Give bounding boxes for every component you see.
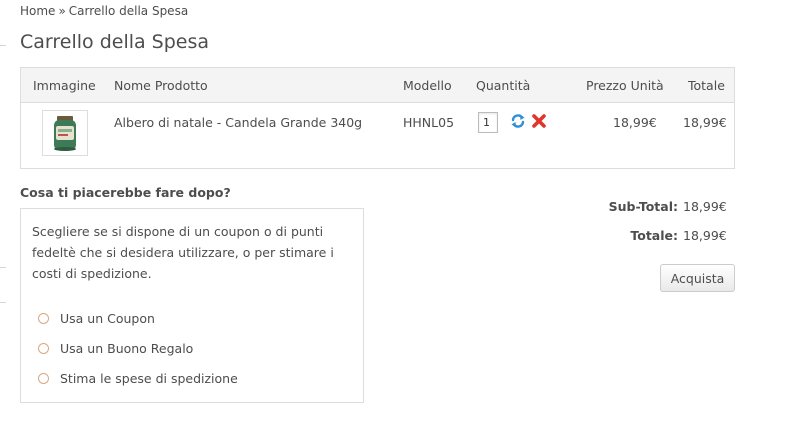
subtotal-label: Sub-Total:: [608, 199, 678, 214]
cart-table: Immagine Nome Prodotto Modello Quantità …: [20, 67, 735, 169]
column-header-quantity: Quantità: [476, 78, 531, 93]
option-use-coupon[interactable]: Usa un Coupon: [38, 309, 155, 327]
breadcrumb-current-link[interactable]: Carrello della Spesa: [69, 4, 188, 18]
total-label: Totale:: [630, 228, 678, 243]
breadcrumb: Home» Carrello della Spesa: [20, 4, 188, 18]
refresh-icon[interactable]: [510, 113, 526, 129]
option-label: Stima le spese di spedizione: [60, 370, 238, 386]
radio-button[interactable]: [38, 312, 49, 324]
edge-mark: [0, 267, 6, 268]
radio-button[interactable]: [38, 372, 49, 384]
next-steps-heading: Cosa ti piacerebbe fare dopo?: [20, 185, 231, 200]
unit-price: 18,99€: [613, 115, 657, 130]
option-use-gift-voucher[interactable]: Usa un Buono Regalo: [38, 339, 193, 357]
breadcrumb-home-link[interactable]: Home: [20, 4, 55, 18]
column-header-name: Nome Prodotto: [114, 78, 208, 93]
option-estimate-shipping[interactable]: Stima le spese di spedizione: [38, 369, 238, 387]
next-steps-panel: Scegliere se si dispone di un coupon o d…: [20, 208, 364, 403]
total-value: 18,99€: [683, 228, 727, 243]
edge-mark: [0, 45, 6, 46]
quantity-input[interactable]: [478, 112, 498, 133]
option-label: Usa un Buono Regalo: [60, 340, 194, 356]
column-header-model: Modello: [403, 78, 452, 93]
product-thumbnail[interactable]: [42, 110, 88, 156]
column-header-image: Immagine: [33, 78, 96, 93]
line-total: 18,99€: [683, 115, 727, 130]
product-name-link[interactable]: Albero di natale - Candela Grande 340g: [114, 115, 362, 130]
cart-table-header: Immagine Nome Prodotto Modello Quantità …: [21, 68, 734, 103]
page-title: Carrello della Spesa: [20, 31, 210, 53]
remove-icon[interactable]: [531, 113, 547, 129]
column-header-unit-price: Prezzo Unità: [586, 78, 664, 93]
product-model: HHNL05: [403, 115, 455, 130]
subtotal-value: 18,99€: [683, 199, 727, 214]
edge-mark: [0, 302, 6, 303]
next-steps-description: Scegliere se si dispone di un coupon o d…: [32, 224, 334, 281]
option-label: Usa un Coupon: [60, 310, 155, 326]
checkout-button[interactable]: Acquista: [660, 264, 735, 292]
radio-button[interactable]: [38, 342, 49, 354]
breadcrumb-separator: »: [58, 4, 66, 18]
column-header-total: Totale: [688, 78, 725, 93]
candle-jar-icon: [54, 116, 76, 151]
